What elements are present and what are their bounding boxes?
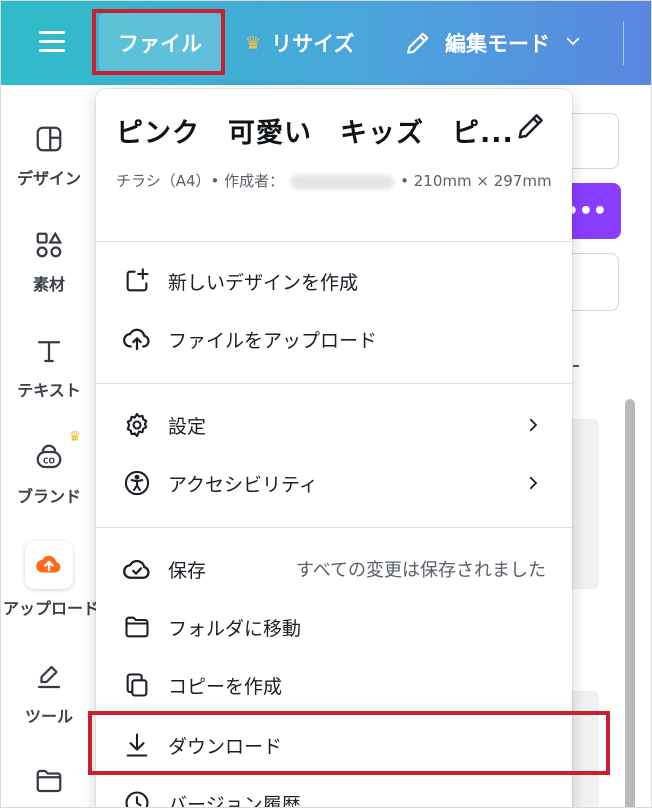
- resize-button[interactable]: ♛ リサイズ: [245, 23, 355, 63]
- chevron-right-icon: [524, 473, 542, 497]
- crown-icon: ♛: [68, 429, 81, 445]
- file-menu-button[interactable]: ファイル: [99, 13, 221, 73]
- save-status: すべての変更は保存されました: [295, 560, 546, 581]
- menu-item-label: フォルダに移動: [168, 617, 302, 640]
- menu-item-move-folder[interactable]: フォルダに移動: [96, 599, 572, 655]
- design-title: ピンク 可愛い キッズ ピ...: [116, 118, 514, 149]
- sidebar-item-elements[interactable]: 素材: [1, 225, 97, 295]
- layout-icon: [29, 119, 69, 159]
- scrollbar-thumb[interactable]: [625, 399, 635, 807]
- sidebar-label: ブランド: [16, 487, 81, 506]
- header-divider: [623, 21, 624, 65]
- menu-item-accessibility[interactable]: アクセシビリティ: [96, 455, 572, 511]
- chevron-down-icon: [564, 32, 596, 55]
- menu-separator: [96, 527, 572, 528]
- sidebar-label: 素材: [32, 275, 65, 294]
- menu-item-make-copy[interactable]: コピーを作成: [96, 657, 572, 713]
- pencil-icon[interactable]: [516, 111, 548, 143]
- top-toolbar: ファイル ♛ リサイズ 編集モード: [1, 1, 651, 85]
- menu-separator: [96, 241, 572, 242]
- file-dropdown-menu: ピンク 可愛い キッズ ピ... チラシ（A4）• 作成者： • 210mm × …: [96, 89, 572, 808]
- sidebar-item-uploads[interactable]: アップロード: [1, 541, 100, 619]
- brand-icon: CO ♛: [29, 429, 81, 477]
- menu-item-upload-file[interactable]: ファイルをアップロード: [96, 311, 572, 367]
- new-design-icon: [120, 264, 154, 298]
- accessibility-icon: [120, 466, 154, 500]
- text-icon: [29, 331, 69, 371]
- sidebar-label: テキスト: [17, 381, 81, 400]
- design-meta: チラシ（A4）• 作成者： • 210mm × 297mm: [116, 165, 556, 197]
- menu-item-label: 新しいデザインを作成: [168, 271, 359, 294]
- resize-label: リサイズ: [271, 32, 355, 56]
- blurred-author: [290, 174, 395, 189]
- menu-item-download[interactable]: ダウンロード: [96, 717, 572, 773]
- crown-icon: ♛: [245, 32, 262, 54]
- meta-prefix: チラシ（A4）• 作成者：: [116, 172, 285, 190]
- pencil-icon: [407, 32, 429, 54]
- sidebar-label: ツール: [24, 707, 73, 726]
- gear-icon: [120, 408, 154, 442]
- upload-cloud-icon: [25, 541, 73, 589]
- history-icon: [120, 786, 154, 807]
- sidebar-item-text[interactable]: テキスト: [1, 331, 97, 401]
- folder-icon: [120, 610, 154, 644]
- edit-mode-button[interactable]: 編集モード: [405, 23, 596, 63]
- menu-item-new-design[interactable]: 新しいデザインを作成: [96, 253, 572, 309]
- sidebar-item-brand[interactable]: CO ♛ ブランド: [1, 429, 97, 507]
- cloud-check-icon: [120, 552, 154, 586]
- hamburger-icon[interactable]: [39, 29, 67, 55]
- menu-item-save[interactable]: 保存 すべての変更は保存されました: [96, 541, 572, 597]
- cloud-upload-icon: [120, 322, 154, 356]
- divider: [573, 365, 579, 367]
- menu-item-label: バージョン履歴: [168, 793, 301, 808]
- menu-item-label: ファイルをアップロード: [168, 329, 378, 352]
- menu-item-label: 設定: [168, 415, 207, 438]
- menu-separator: [96, 383, 572, 384]
- sidebar-item-folder[interactable]: [1, 761, 97, 807]
- menu-item-version-history[interactable]: バージョン履歴: [96, 775, 572, 808]
- chevron-right-icon: [524, 415, 542, 439]
- draw-tool-icon: [29, 657, 69, 697]
- sidebar-label: アップロード: [3, 599, 100, 618]
- folder-icon: [29, 761, 69, 801]
- menu-item-label: コピーを作成: [168, 675, 283, 698]
- app-window: ファイル ♛ リサイズ 編集モード デザイン 素材 テキスト CO ♛ ブランド…: [0, 0, 652, 808]
- copy-icon: [120, 668, 154, 702]
- download-icon: [120, 728, 154, 762]
- sidebar-item-tools[interactable]: ツール: [1, 657, 97, 727]
- sidebar-label: デザイン: [16, 169, 81, 188]
- left-sidebar: デザイン 素材 テキスト CO ♛ ブランド アップロード ツール: [1, 85, 100, 807]
- sidebar-item-design[interactable]: デザイン: [1, 119, 97, 189]
- meta-suffix: • 210mm × 297mm: [400, 172, 552, 190]
- menu-item-label: アクセシビリティ: [168, 473, 318, 496]
- elements-icon: [29, 225, 69, 265]
- menu-item-settings[interactable]: 設定: [96, 397, 572, 453]
- edit-mode-label: 編集モード: [445, 32, 550, 56]
- menu-item-label: ダウンロード: [168, 735, 283, 758]
- menu-item-label: 保存: [168, 559, 207, 582]
- svg-text:CO: CO: [43, 456, 55, 465]
